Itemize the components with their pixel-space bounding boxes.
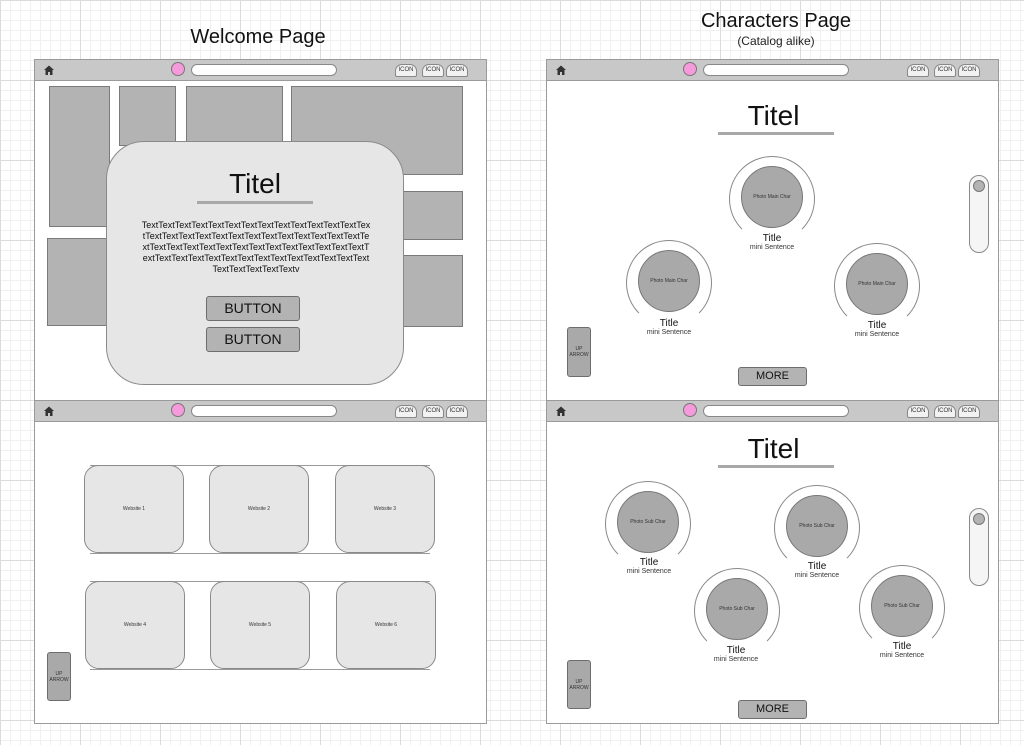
image-placeholder xyxy=(49,86,110,227)
toolbar-icon-button[interactable]: ICON xyxy=(446,405,468,418)
secondary-button[interactable]: BUTTON xyxy=(206,327,300,352)
character-subtitle: mini Sentence xyxy=(749,244,795,251)
toolbar-icon-button[interactable]: ICON xyxy=(446,64,468,77)
website-card[interactable]: Website 3 xyxy=(335,465,435,553)
character-title: Title xyxy=(867,320,887,331)
character-photo[interactable]: Photo Sub Char xyxy=(786,495,848,557)
image-placeholder xyxy=(402,191,463,240)
welcome-page-heading: Welcome Page xyxy=(190,26,326,48)
toolbar-icon-button[interactable]: ICON xyxy=(395,405,417,418)
toolbar-icon-button[interactable]: ICON xyxy=(395,64,417,77)
home-icon[interactable] xyxy=(555,405,567,417)
toolbar-icon-button[interactable]: ICON xyxy=(907,64,929,77)
up-arrow-button[interactable]: UP ARROW xyxy=(47,652,71,701)
image-placeholder xyxy=(186,86,283,146)
character-photo[interactable]: Photo Sub Char xyxy=(706,578,768,640)
page-title: Titel xyxy=(747,100,800,131)
title-underline xyxy=(718,465,834,468)
character-subtitle: mini Sentence xyxy=(646,329,692,336)
welcome-paragraph: TextTextTextTextTextTextTextTextTextText… xyxy=(141,220,371,274)
welcome-frame: ICON ICON ICON Titel TextTextTextTextTex… xyxy=(34,59,487,402)
website-card[interactable]: Website 6 xyxy=(336,581,436,669)
character-subtitle: mini Sentence xyxy=(626,568,672,575)
scrollbar[interactable] xyxy=(969,508,989,586)
toolbar-icon-button[interactable]: ICON xyxy=(934,64,956,77)
page-title: Titel xyxy=(229,168,281,199)
url-bar[interactable] xyxy=(703,405,849,417)
home-icon[interactable] xyxy=(43,405,55,417)
character-title: Title xyxy=(659,318,679,329)
character-title: Title xyxy=(639,557,659,568)
websites-frame: ICON ICON ICON Website 1 Website 2 Websi… xyxy=(34,400,487,724)
row-connector xyxy=(90,553,430,554)
character-title: Title xyxy=(807,561,827,572)
home-icon[interactable] xyxy=(555,64,567,76)
page-title: Titel xyxy=(747,433,800,464)
characters-page-heading: Characters Page xyxy=(700,10,852,32)
toolbar-icon-button[interactable]: ICON xyxy=(958,405,980,418)
toolbar-icon-button[interactable]: ICON xyxy=(907,405,929,418)
row-connector xyxy=(90,669,430,670)
website-card[interactable]: Website 2 xyxy=(209,465,309,553)
character-title: Title xyxy=(762,233,782,244)
browser-toolbar: ICON ICON ICON xyxy=(35,401,486,422)
browser-toolbar: ICON ICON ICON xyxy=(547,401,998,422)
url-bar[interactable] xyxy=(191,405,337,417)
up-arrow-button[interactable]: UP ARROW xyxy=(567,327,591,377)
character-photo[interactable]: Photo Main Char xyxy=(741,166,803,228)
url-bar[interactable] xyxy=(191,64,337,76)
toolbar-icon-button[interactable]: ICON xyxy=(934,405,956,418)
character-title: Title xyxy=(892,641,912,652)
scrollbar[interactable] xyxy=(969,175,989,253)
character-photo[interactable]: Photo Sub Char xyxy=(617,491,679,553)
home-icon[interactable] xyxy=(43,64,55,76)
toolbar-icon-button[interactable]: ICON xyxy=(422,64,444,77)
character-subtitle: mini Sentence xyxy=(854,331,900,338)
title-underline xyxy=(718,132,834,135)
record-dot[interactable] xyxy=(171,62,185,76)
title-underline xyxy=(197,201,313,204)
website-card[interactable]: Website 1 xyxy=(84,465,184,553)
website-card[interactable]: Website 5 xyxy=(210,581,310,669)
toolbar-icon-button[interactable]: ICON xyxy=(958,64,980,77)
browser-toolbar: ICON ICON ICON xyxy=(35,60,486,81)
image-placeholder xyxy=(47,238,113,326)
character-photo[interactable]: Photo Main Char xyxy=(638,250,700,312)
record-dot[interactable] xyxy=(171,403,185,417)
website-card[interactable]: Website 4 xyxy=(85,581,185,669)
record-dot[interactable] xyxy=(683,62,697,76)
characters-sub-frame: ICON ICON ICON Titel Photo Sub Char Titl… xyxy=(546,400,999,724)
more-button[interactable]: MORE xyxy=(738,367,807,386)
character-subtitle: mini Sentence xyxy=(713,656,759,663)
scroll-knob[interactable] xyxy=(973,180,985,192)
characters-main-frame: ICON ICON ICON Titel Photo Main Char Tit… xyxy=(546,59,999,402)
image-placeholder xyxy=(402,255,463,327)
character-photo[interactable]: Photo Main Char xyxy=(846,253,908,315)
image-placeholder xyxy=(119,86,176,146)
character-photo[interactable]: Photo Sub Char xyxy=(871,575,933,637)
characters-page-subheading: (Catalog alike) xyxy=(737,34,815,48)
more-button[interactable]: MORE xyxy=(738,700,807,719)
scroll-knob[interactable] xyxy=(973,513,985,525)
character-title: Title xyxy=(726,645,746,656)
character-subtitle: mini Sentence xyxy=(879,652,925,659)
toolbar-icon-button[interactable]: ICON xyxy=(422,405,444,418)
url-bar[interactable] xyxy=(703,64,849,76)
up-arrow-button[interactable]: UP ARROW xyxy=(567,660,591,709)
primary-button[interactable]: BUTTON xyxy=(206,296,300,321)
character-subtitle: mini Sentence xyxy=(794,572,840,579)
browser-toolbar: ICON ICON ICON xyxy=(547,60,998,81)
record-dot[interactable] xyxy=(683,403,697,417)
welcome-overlay-card: Titel TextTextTextTextTextTextTextTextTe… xyxy=(106,141,404,385)
